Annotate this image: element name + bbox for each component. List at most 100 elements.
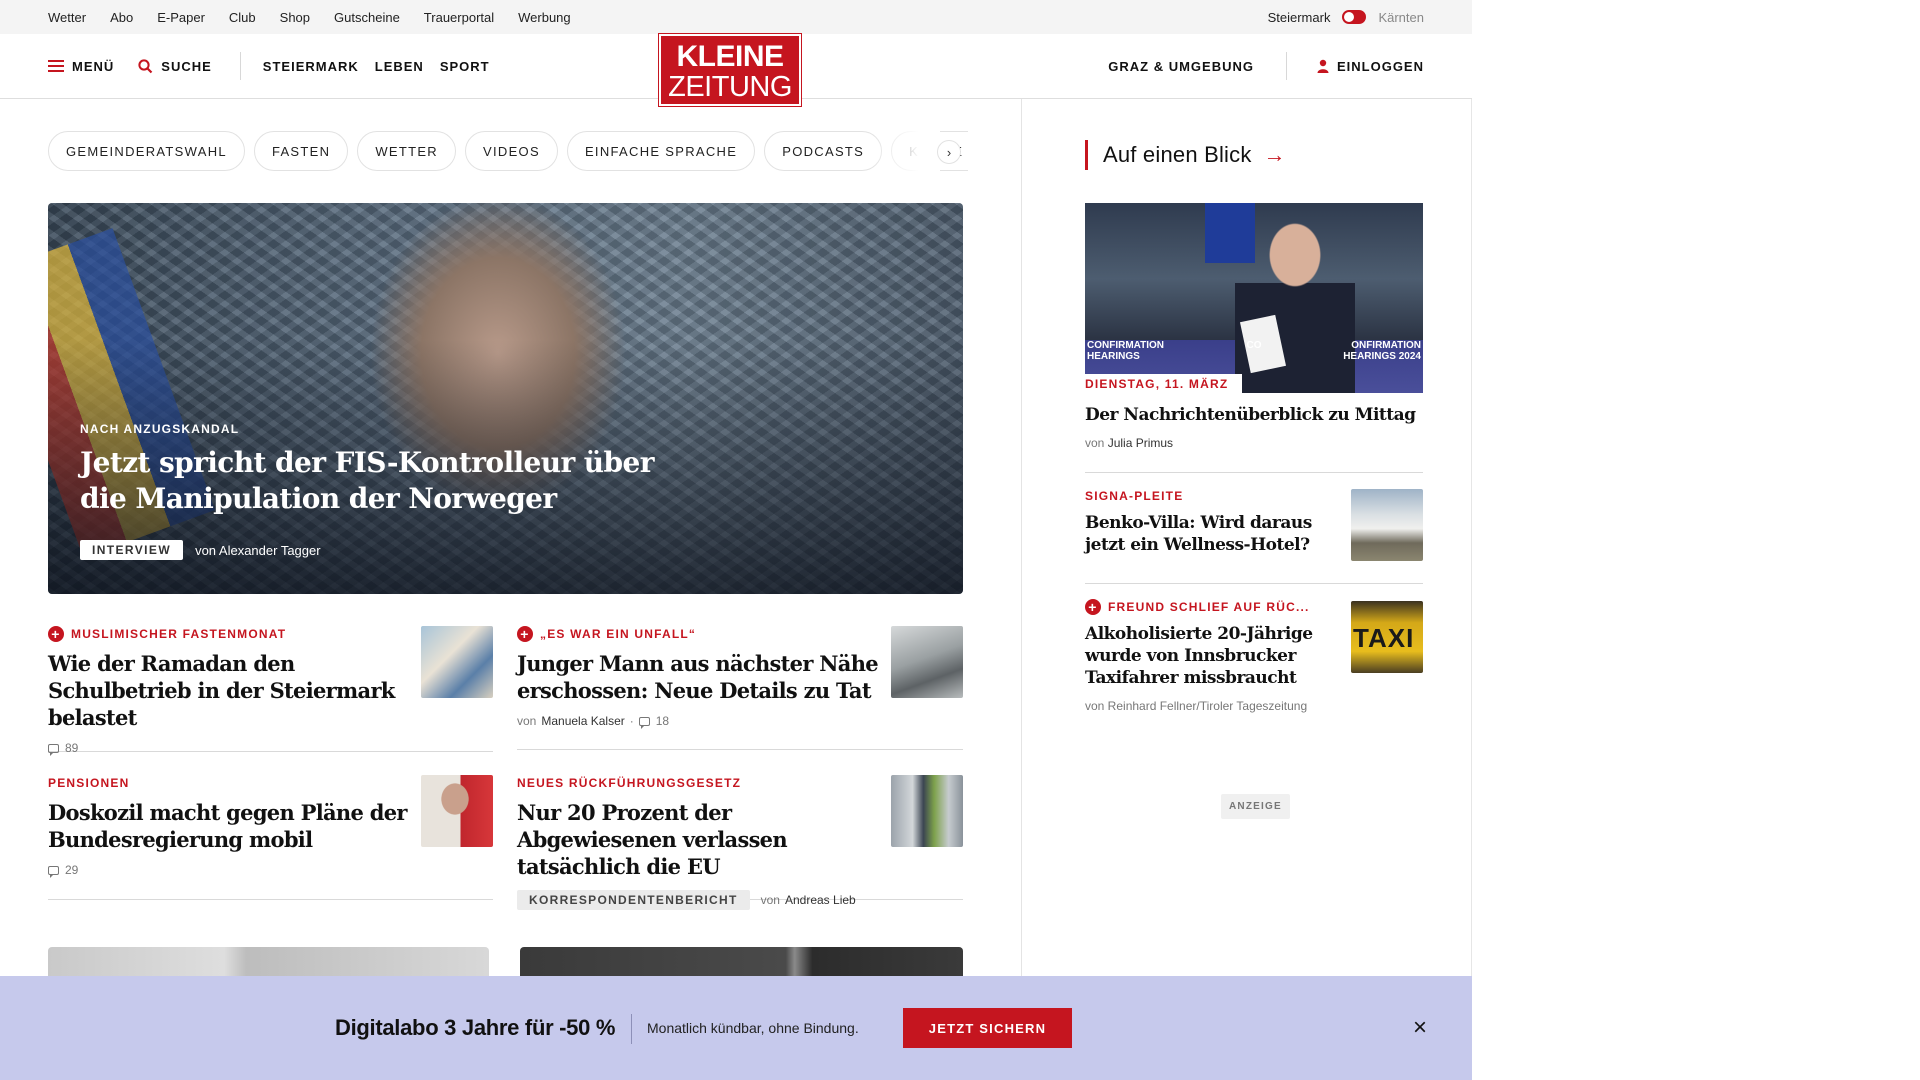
kicker-text: PENSIONEN	[48, 776, 130, 790]
region-toggle[interactable]	[1342, 10, 1367, 24]
region-kaernten[interactable]: Kärnten	[1378, 10, 1424, 25]
article-title[interactable]: Wie der Ramadan den Schulbetrieb in der …	[48, 650, 413, 731]
hero-title[interactable]: Jetzt spricht der FIS-Kontrolleur über d…	[80, 445, 700, 517]
menu-button[interactable]: MENÜ	[48, 59, 114, 74]
utility-link-epaper[interactable]: E-Paper	[157, 10, 205, 25]
utility-link-shop[interactable]: Shop	[280, 10, 310, 25]
utility-link-trauerportal[interactable]: Trauerportal	[424, 10, 494, 25]
sidebar-article-thumbnail[interactable]	[1351, 489, 1423, 561]
utility-link-gutscheine[interactable]: Gutscheine	[334, 10, 400, 25]
comment-count[interactable]: 18	[656, 714, 669, 728]
hero-byline: von Alexander Tagger	[195, 542, 321, 558]
subscription-banner: Digitalabo 3 Jahre für -50 % Monatlich k…	[0, 976, 1472, 1080]
logo-line-2: ZEITUNG	[668, 71, 792, 103]
byline-prefix: von	[1085, 436, 1105, 450]
utility-link-werbung[interactable]: Werbung	[518, 10, 571, 25]
kleine-zeitung-logo[interactable]: KLEINE ZEITUNG	[659, 34, 801, 106]
region-steiermark[interactable]: Steiermark	[1268, 10, 1331, 25]
sidebar-date: DIENSTAG, 11. MÄRZ	[1085, 374, 1243, 394]
article-teaser[interactable]: + „ES WAR EIN UNFALL“ Junger Mann aus nä…	[517, 626, 963, 750]
chip-videos[interactable]: VIDEOS	[465, 131, 558, 171]
sidebar-article-title[interactable]: Benko-Villa: Wird daraus jetzt ein Welln…	[1085, 512, 1325, 556]
article-thumbnail[interactable]	[891, 626, 963, 698]
byline-prefix: von	[517, 714, 537, 728]
hero-badge: INTERVIEW	[80, 540, 184, 560]
article-teaser[interactable]: PENSIONEN Doskozil macht gegen Pläne der…	[48, 775, 493, 900]
article-thumbnail[interactable]	[421, 775, 493, 847]
article-meta: 89	[48, 741, 493, 756]
utility-bar: Wetter Abo E-Paper Club Shop Gutscheine …	[0, 0, 1472, 34]
comment-icon	[48, 743, 59, 756]
search-button[interactable]: SUCHE	[138, 59, 212, 74]
meta-dot: ·	[629, 714, 634, 728]
chip-einfache-sprache[interactable]: EINFACHE SPRACHE	[566, 131, 756, 171]
article-title[interactable]: Junger Mann aus nächster Nähe erschossen…	[517, 650, 882, 704]
hearing-banner: CONFIRMATION HEARINGS CO ONFIRMATION HEA…	[1085, 340, 1423, 366]
arrow-right-icon: →	[1263, 142, 1286, 167]
article-author[interactable]: Manuela Kalser	[541, 714, 624, 728]
hero-article[interactable]: NACH ANZUGSKANDAL Jetzt spricht der FIS-…	[48, 203, 963, 594]
premium-plus-icon: +	[48, 626, 64, 642]
sidebar-article[interactable]: Der Nachrichtenüberblick zu Mittag von J…	[1085, 404, 1423, 450]
close-icon[interactable]: ×	[1408, 1016, 1432, 1040]
nav-divider	[239, 52, 241, 80]
byline-prefix: von	[760, 893, 780, 907]
kicker-text: NEUES RÜCKFÜHRUNGSGESETZ	[517, 776, 742, 790]
nav-steiermark[interactable]: STEIERMARK	[263, 59, 359, 74]
user-icon	[1317, 59, 1329, 73]
utility-link-wetter[interactable]: Wetter	[48, 10, 86, 25]
hero-image-shade	[48, 203, 963, 594]
sidebar-title[interactable]: Auf einen Blick →	[1085, 140, 1286, 170]
article-title[interactable]: Nur 20 Prozent der Abgewiesenen verlasse…	[517, 799, 882, 880]
chip-podcasts[interactable]: PODCASTS	[764, 131, 883, 171]
login-button[interactable]: EINLOGGEN	[1317, 59, 1424, 74]
premium-plus-icon: +	[517, 626, 533, 642]
topic-chips: GEMEINDERATSWAHL FASTEN WETTER VIDEOS EI…	[48, 131, 968, 171]
sidebar-article-title[interactable]: Alkoholisierte 20-Jährige wurde von Inns…	[1085, 623, 1325, 689]
search-icon	[138, 58, 153, 73]
comment-count[interactable]: 89	[65, 741, 78, 755]
article-title[interactable]: Doskozil macht gegen Pläne der Bundesreg…	[48, 799, 413, 853]
hamburger-icon	[48, 60, 64, 72]
search-label: SUCHE	[161, 58, 212, 74]
chip-wetter[interactable]: WETTER	[357, 131, 456, 171]
article-thumbnail[interactable]	[421, 626, 493, 698]
sidebar-article-meta: von Julia Primus	[1085, 436, 1423, 450]
article-meta: 29	[48, 863, 493, 878]
nav-leben[interactable]: LEBEN	[375, 59, 424, 74]
comment-icon	[48, 865, 59, 878]
sidebar-article[interactable]: SIGNA-PLEITE Benko-Villa: Wird daraus je…	[1085, 488, 1423, 561]
sidebar-article-byline: von Reinhard Fellner/Tiroler Tageszeitun…	[1085, 699, 1308, 713]
chips-fade	[870, 131, 940, 171]
hero-kicker: NACH ANZUGSKANDAL	[80, 422, 240, 436]
sidebar-hero-image[interactable]: CONFIRMATION HEARINGS CO ONFIRMATION HEA…	[1085, 203, 1423, 393]
chip-gemeinderatswahl[interactable]: GEMEINDERATSWAHL	[48, 131, 245, 171]
utility-link-abo[interactable]: Abo	[110, 10, 133, 25]
sidebar-title-text: Auf einen Blick	[1103, 142, 1252, 167]
taxi-thumbnail[interactable]: TAXI	[1351, 601, 1423, 673]
sidebar-divider	[1021, 99, 1022, 979]
promo-subline: Monatlich kündbar, ohne Bindung.	[647, 1020, 859, 1036]
nav-graz-umgebung[interactable]: GRAZ & UMGEBUNG	[1108, 59, 1254, 74]
article-meta: von Manuela Kalser · 18	[517, 714, 963, 729]
article-meta: KORRESPONDENTENBERICHT von Andreas Lieb	[517, 890, 963, 910]
jetzt-sichern-button[interactable]: JETZT SICHERN	[903, 1008, 1072, 1048]
sidebar-article-title[interactable]: Der Nachrichtenüberblick zu Mittag	[1085, 404, 1423, 426]
ad-label: ANZEIGE	[1221, 794, 1290, 819]
sidebar-article[interactable]: + FREUND SCHLIEF AUF RÜC... Alkoholisier…	[1085, 599, 1423, 713]
chip-fasten[interactable]: FASTEN	[253, 131, 349, 171]
sidebar-article-author[interactable]: Julia Primus	[1108, 436, 1173, 450]
comment-icon	[638, 716, 650, 729]
article-teaser[interactable]: NEUES RÜCKFÜHRUNGSGESETZ Nur 20 Prozent …	[517, 775, 963, 910]
login-label: EINLOGGEN	[1336, 58, 1424, 74]
region-switch: Steiermark Kärnten	[1268, 0, 1424, 34]
chips-next-button[interactable]: ›	[937, 140, 961, 164]
page: Wetter Abo E-Paper Club Shop Gutscheine …	[0, 0, 1472, 1080]
comment-count[interactable]: 29	[65, 863, 78, 877]
article-thumbnail[interactable]	[891, 775, 963, 847]
article-teaser[interactable]: + MUSLIMISCHER FASTENMONAT Wie der Ramad…	[48, 626, 493, 756]
article-author[interactable]: Andreas Lieb	[785, 893, 856, 907]
kicker-text: MUSLIMISCHER FASTENMONAT	[71, 627, 287, 641]
utility-link-club[interactable]: Club	[229, 10, 256, 25]
nav-sport[interactable]: SPORT	[440, 59, 490, 74]
